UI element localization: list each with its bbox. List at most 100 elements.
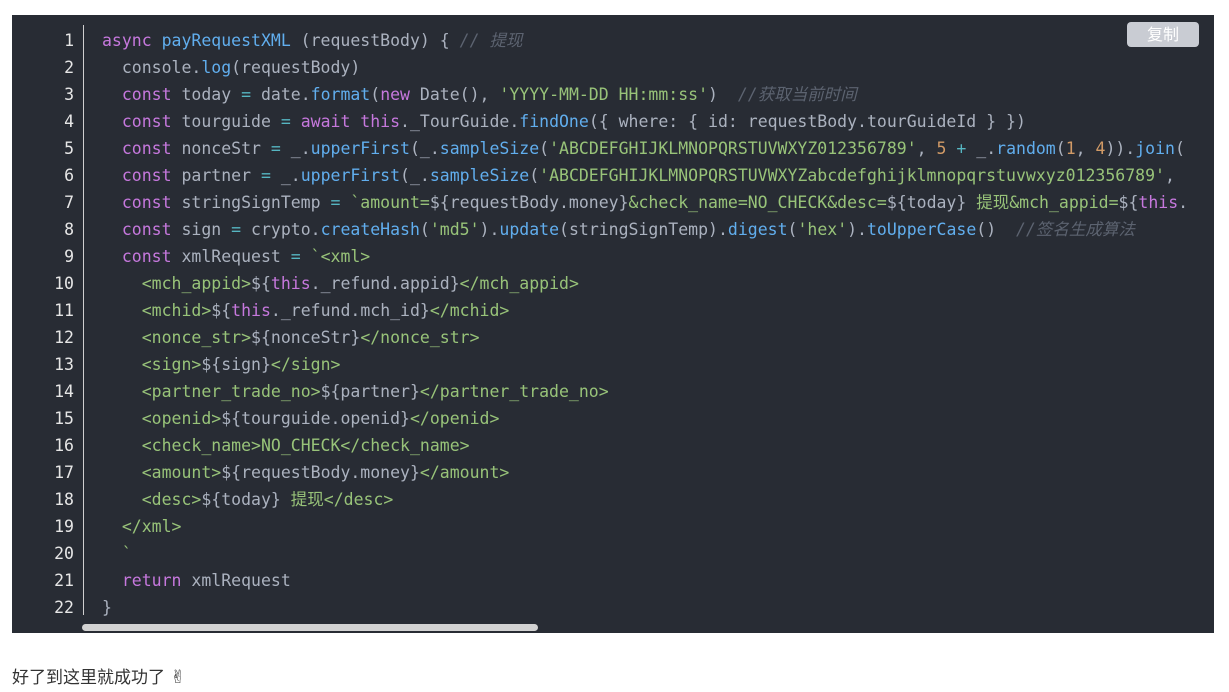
code-token: ._refund.mch_id} [270,301,430,320]
code-token: 'YYYY-MM-DD HH:mm:ss' [499,85,709,104]
gutter-divider [83,25,84,615]
code-token: ({ where: { id: requestBody.tourGuideId … [588,112,1026,131]
code-token: </amount> [419,463,510,482]
code-token: //签名生成算法 [1016,220,1135,239]
code-content: async payRequestXML (requestBody) { // 提… [102,27,1214,621]
code-token: () [976,220,1017,239]
code-line: <desc>${today} 提现</desc> [102,486,1214,513]
code-token: (requestBody) { [290,31,460,50]
code-line: <mchid>${this._refund.mch_id}</mchid> [102,297,1214,324]
code-token: format [310,85,371,104]
code-token: update [499,220,560,239]
code-token: _. [270,166,301,185]
scrollbar-thumb[interactable] [82,624,538,631]
code-line: <openid>${tourguide.openid}</openid> [102,405,1214,432]
code-token: ${partner} [320,382,420,401]
code-token: async [102,31,162,50]
code-token: const [121,166,172,185]
copy-button[interactable]: 复制 [1127,22,1199,47]
line-number: 22 [54,598,74,617]
caption-paragraph: 好了到这里就成功了 ✌ [12,666,186,690]
code-token: payRequestXML [161,31,291,50]
code-token: 'ABCDEFGHIJKLMNOPQRSTUVWXYZabcdefghijklm… [539,166,1165,185]
code-token: await this [300,112,401,131]
line-number: 7 [64,193,74,212]
code-token: . [1178,193,1189,212]
code-token: ${today} [886,193,967,212]
code-token: `amount= [350,193,430,212]
code-token: </openid> [409,409,500,428]
line-number: 2 [64,58,74,77]
code-token: new [380,85,410,104]
code-token: this [270,274,311,293]
code-token: <partner_trade_no> [141,382,321,401]
code-line: <amount>${requestBody.money}</amount> [102,459,1214,486]
code-token: _. [966,139,997,158]
code-token: console. [102,58,202,77]
line-number: 15 [54,409,74,428]
code-token: </sign> [270,355,341,374]
code-token: &check_name=NO_CHECK&desc= [628,193,887,212]
line-number: 1 [64,31,74,50]
code-token: , [1164,166,1175,185]
code-token: 提现&mch_appid= [966,193,1119,212]
code-token: ${tourguide.openid} [221,409,410,428]
line-number: 4 [64,112,74,131]
code-line: const tourguide = await this._TourGuide.… [102,108,1214,135]
code-token: // 提现 [459,31,523,50]
code-token: sampleSize [439,139,540,158]
horizontal-scrollbar[interactable] [12,621,1214,633]
code-line: const today = date.format(new Date(), 'Y… [102,81,1214,108]
code-line: const partner = _.upperFirst(_.sampleSiz… [102,162,1214,189]
code-token: } [102,598,112,617]
code-token: 'md5' [429,220,480,239]
code-block: 1 2 3 4 5 6 7 8 9 10 11 12 13 14 15 16 17 18 19 20 21 22 asyn… [12,15,1214,633]
code-token: stringSignTemp [171,193,331,212]
code-token: ${ [1118,193,1139,212]
code-token: ._TourGuide. [400,112,520,131]
code-token: )). [1105,139,1136,158]
code-token: <sign> [141,355,202,374]
code-token: partner [171,166,261,185]
code-token: ${requestBody.money} [221,463,420,482]
code-token: ) [708,85,738,104]
code-token: </nonce_str> [360,328,480,347]
code-line: async payRequestXML (requestBody) { // 提… [102,27,1214,54]
code-line: ` [102,540,1214,567]
code-token: + [956,139,967,158]
code-token: sign [171,220,232,239]
code-token: const [121,220,172,239]
code-token: 'hex' [797,220,848,239]
code-token: <desc> [141,490,202,509]
code-token: upperFirst [300,166,401,185]
line-number: 21 [54,571,74,590]
code-token: xmlRequest [171,247,291,266]
code-token: = [241,85,252,104]
code-token: (stringSignTemp). [559,220,728,239]
code-token: </xml> [121,517,182,536]
line-number: 10 [54,274,74,293]
code-token: ( [419,220,430,239]
line-number: 14 [54,382,74,401]
code-token: 5 [936,139,947,158]
code-token: crypto. [241,220,321,239]
code-line: <partner_trade_no>${partner}</partner_tr… [102,378,1214,405]
line-number: 13 [54,355,74,374]
code-token: today [171,85,242,104]
code-token: toUpperCase [867,220,977,239]
line-number: 5 [64,139,74,158]
code-token: <openid> [141,409,222,428]
code-token: _. [280,139,311,158]
code-token: ( [539,139,550,158]
line-number: 11 [54,301,74,320]
